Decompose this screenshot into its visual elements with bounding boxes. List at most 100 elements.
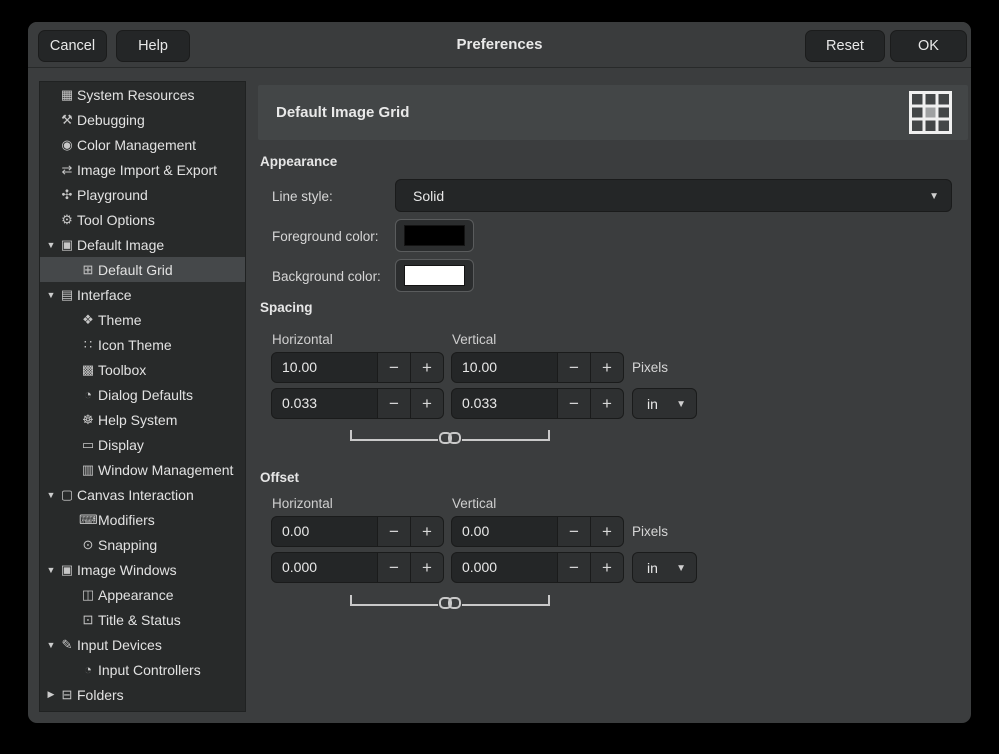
icon-theme-icon: ∷ <box>79 337 97 353</box>
sidebar-item-label: Color Management <box>77 137 196 153</box>
offset-vertical-units-decrement-button[interactable]: − <box>557 552 591 583</box>
sidebar-item-color-management[interactable]: ◉Color Management <box>40 132 245 157</box>
chevron-down-icon: ▼ <box>929 180 939 213</box>
display-icon: ▭ <box>79 437 97 453</box>
page-header: Default Image Grid <box>258 85 968 140</box>
sidebar-item-help-system[interactable]: ☸Help System <box>40 407 245 432</box>
offset-vertical-units-input[interactable]: 0.000 <box>451 552 558 583</box>
title-status-icon: ⊡ <box>79 612 97 628</box>
foreground-color-label: Foreground color: <box>272 229 379 244</box>
expander-expanded-icon[interactable]: ▼ <box>44 240 58 250</box>
sidebar-item-input-devices[interactable]: ▼✎Input Devices <box>40 632 245 657</box>
sidebar-item-default-grid[interactable]: ⊞Default Grid <box>40 257 245 282</box>
sidebar-item-icon-theme[interactable]: ∷Icon Theme <box>40 332 245 357</box>
spacing-horizontal-label: Horizontal <box>272 332 333 347</box>
sidebar-item-image-windows[interactable]: ▼▣Image Windows <box>40 557 245 582</box>
spacing-horizontal-pixels-decrement-button[interactable]: − <box>377 352 411 383</box>
spacing-chain-link-toggle[interactable] <box>348 426 552 448</box>
offset-horizontal-label: Horizontal <box>272 496 333 511</box>
spacing-vertical-label: Vertical <box>452 332 496 347</box>
spacing-vertical-units-input[interactable]: 0.033 <box>451 388 558 419</box>
offset-horizontal-pixels-input[interactable]: 0.00 <box>271 516 378 547</box>
expander-expanded-icon[interactable]: ▼ <box>44 565 58 575</box>
spacing-vertical-units-increment-button[interactable]: + <box>590 388 624 419</box>
offset-horizontal-units-input[interactable]: 0.000 <box>271 552 378 583</box>
sidebar-item-image-import-export[interactable]: ⇄Image Import & Export <box>40 157 245 182</box>
sidebar-item-dialog-defaults[interactable]: ◔Dialog Defaults <box>40 382 245 407</box>
sidebar-item-tool-options[interactable]: ⚙Tool Options <box>40 207 245 232</box>
sidebar-item-label: Appearance <box>98 587 174 603</box>
playground-icon: ✣ <box>58 187 76 203</box>
offset-vertical-units-increment-button[interactable]: + <box>590 552 624 583</box>
ok-button[interactable]: OK <box>890 30 967 62</box>
sidebar-item-label: Window Management <box>98 462 233 478</box>
sidebar-item-input-controllers[interactable]: ◔Input Controllers <box>40 657 245 682</box>
offset-horizontal-pixels-increment-button[interactable]: + <box>410 516 444 547</box>
reset-button[interactable]: Reset <box>805 30 885 62</box>
sidebar-item-toolbox[interactable]: ▩Toolbox <box>40 357 245 382</box>
line-style-value: Solid <box>413 180 444 213</box>
expander-collapsed-icon[interactable]: ▶ <box>44 689 58 700</box>
offset-horizontal-units-decrement-button[interactable]: − <box>377 552 411 583</box>
image-import-export-icon: ⇄ <box>58 162 76 178</box>
sidebar-item-title-status[interactable]: ⊡Title & Status <box>40 607 245 632</box>
spacing-unit-value: in <box>647 389 658 420</box>
sidebar-item-theme[interactable]: ❖Theme <box>40 307 245 332</box>
line-style-label: Line style: <box>272 189 333 204</box>
help-button[interactable]: Help <box>116 30 190 62</box>
line-style-select[interactable]: Solid ▼ <box>395 179 952 212</box>
expander-expanded-icon[interactable]: ▼ <box>44 290 58 300</box>
sidebar-item-modifiers[interactable]: ⌨Modifiers <box>40 507 245 532</box>
background-color-button[interactable] <box>395 259 474 292</box>
sidebar-item-label: Playground <box>77 187 148 203</box>
sidebar-item-debugging[interactable]: ⚒Debugging <box>40 107 245 132</box>
spacing-horizontal-pixels-input[interactable]: 10.00 <box>271 352 378 383</box>
sidebar-item-playground[interactable]: ✣Playground <box>40 182 245 207</box>
sidebar-item-default-image[interactable]: ▼▣Default Image <box>40 232 245 257</box>
expander-expanded-icon[interactable]: ▼ <box>44 640 58 650</box>
offset-vertical-pixels-increment-button[interactable]: + <box>590 516 624 547</box>
sidebar-item-label: Tool Options <box>77 212 155 228</box>
spacing-vertical-pixels-increment-button[interactable]: + <box>590 352 624 383</box>
sidebar-item-appearance[interactable]: ◫Appearance <box>40 582 245 607</box>
spacing-horizontal-pixels-increment-button[interactable]: + <box>410 352 444 383</box>
input-devices-icon: ✎ <box>58 637 76 653</box>
spacing-horizontal-units-input[interactable]: 0.033 <box>271 388 378 419</box>
offset-vertical-pixels-decrement-button[interactable]: − <box>557 516 591 547</box>
chevron-down-icon: ▼ <box>676 553 686 584</box>
offset-horizontal-units-increment-button[interactable]: + <box>410 552 444 583</box>
canvas-interaction-icon: ▢ <box>58 487 76 503</box>
offset-unit-value: in <box>647 553 658 584</box>
modifiers-icon: ⌨ <box>79 512 97 528</box>
background-color-label: Background color: <box>272 269 381 284</box>
sidebar-item-system-resources[interactable]: ▦System Resources <box>40 82 245 107</box>
offset-horizontal-pixels-decrement-button[interactable]: − <box>377 516 411 547</box>
sidebar-item-display[interactable]: ▭Display <box>40 432 245 457</box>
input-controllers-icon: ◔ <box>79 662 97 677</box>
preferences-dialog: Preferences Cancel Help Reset OK ▦System… <box>28 22 971 723</box>
spacing-vertical-units-decrement-button[interactable]: − <box>557 388 591 419</box>
spacing-vertical-pixels-decrement-button[interactable]: − <box>557 352 591 383</box>
sidebar-item-window-management[interactable]: ▥Window Management <box>40 457 245 482</box>
spacing-horizontal-units-increment-button[interactable]: + <box>410 388 444 419</box>
sidebar-item-canvas-interaction[interactable]: ▼▢Canvas Interaction <box>40 482 245 507</box>
sidebar-item-label: Canvas Interaction <box>77 487 194 503</box>
sidebar-item-interface[interactable]: ▼▤Interface <box>40 282 245 307</box>
titlebar[interactable]: Preferences Cancel Help Reset OK <box>28 22 971 68</box>
help-system-icon: ☸ <box>79 412 97 428</box>
offset-vertical-pixels-input[interactable]: 0.00 <box>451 516 558 547</box>
sidebar-item-label: Modifiers <box>98 512 155 528</box>
spacing-horizontal-units-decrement-button[interactable]: − <box>377 388 411 419</box>
spacing-unit-select[interactable]: in ▼ <box>632 388 697 419</box>
offset-chain-link-toggle[interactable] <box>348 591 552 613</box>
offset-unit-select[interactable]: in ▼ <box>632 552 697 583</box>
sidebar-item-label: Toolbox <box>98 362 146 378</box>
cancel-button[interactable]: Cancel <box>38 30 107 62</box>
sidebar-item-label: Theme <box>98 312 142 328</box>
spacing-vertical-pixels-input[interactable]: 10.00 <box>451 352 558 383</box>
sidebar-item-folders[interactable]: ▶⊟Folders <box>40 682 245 707</box>
sidebar-item-snapping[interactable]: ⊙Snapping <box>40 532 245 557</box>
expander-expanded-icon[interactable]: ▼ <box>44 490 58 500</box>
foreground-color-button[interactable] <box>395 219 474 252</box>
sidebar-item-label: Folders <box>77 687 124 703</box>
